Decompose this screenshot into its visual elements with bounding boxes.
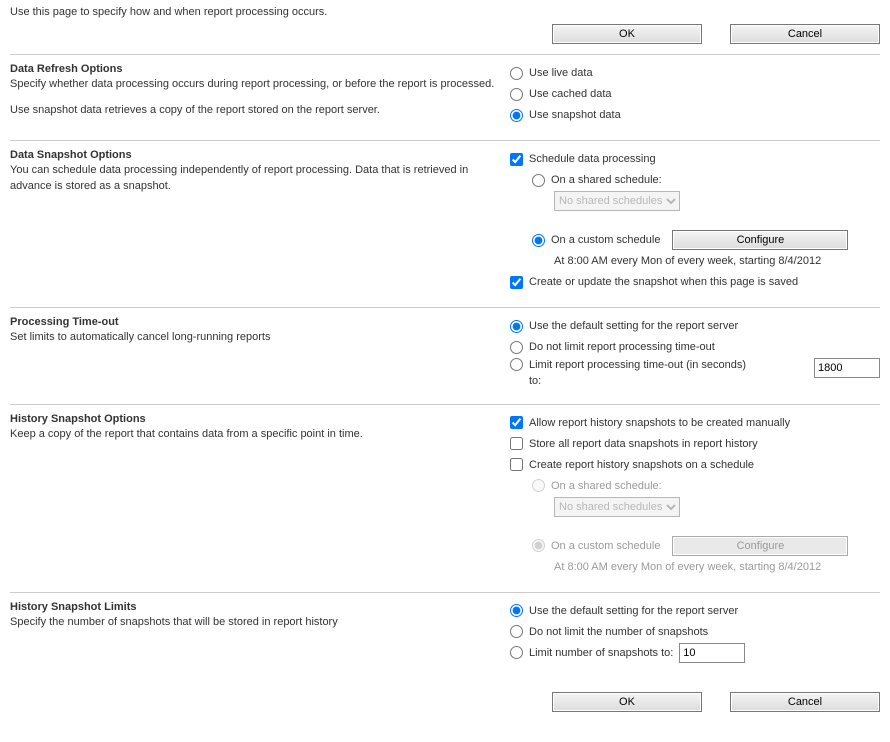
input-timeout-seconds[interactable] — [814, 358, 880, 378]
select-snapshot-shared-schedule[interactable]: No shared schedules — [554, 191, 680, 211]
configure-snapshot-schedule-button[interactable]: Configure — [672, 230, 848, 250]
processing-timeout-desc: Set limits to automatically cancel long-… — [10, 330, 500, 346]
label-use-snapshot-data: Use snapshot data — [529, 109, 621, 121]
page-intro: Use this page to specify how and when re… — [10, 6, 880, 18]
label-snapshot-custom-schedule: On a custom schedule — [551, 234, 660, 246]
label-store-all-history: Store all report data snapshots in repor… — [529, 438, 758, 450]
select-history-shared-schedule[interactable]: No shared schedules — [554, 497, 680, 517]
label-create-snapshot-on-save: Create or update the snapshot when this … — [529, 276, 798, 288]
label-history-shared-schedule: On a shared schedule: — [551, 480, 662, 492]
label-history-on-schedule: Create report history snapshots on a sch… — [529, 459, 754, 471]
configure-history-schedule-button[interactable]: Configure — [672, 536, 848, 556]
radio-timeout-no-limit[interactable] — [510, 341, 523, 354]
checkbox-create-snapshot-on-save[interactable] — [510, 276, 523, 289]
section-data-snapshot: Data Snapshot Options You can schedule d… — [10, 140, 880, 307]
top-button-row: OK Cancel — [10, 24, 880, 44]
label-history-limit-number: Limit number of snapshots to: — [529, 647, 673, 659]
history-limits-desc: Specify the number of snapshots that wil… — [10, 615, 500, 631]
data-refresh-note: Use snapshot data retrieves a copy of th… — [10, 103, 500, 119]
label-use-live-data: Use live data — [529, 67, 593, 79]
snapshot-schedule-text: At 8:00 AM every Mon of every week, star… — [554, 255, 821, 267]
radio-history-limit-number[interactable] — [510, 646, 523, 659]
radio-history-shared-schedule[interactable] — [532, 479, 545, 492]
label-timeout-default: Use the default setting for the report s… — [529, 320, 738, 332]
input-history-limit-number[interactable] — [679, 643, 745, 663]
checkbox-allow-history-manual[interactable] — [510, 416, 523, 429]
radio-use-live-data[interactable] — [510, 67, 523, 80]
section-processing-timeout: Processing Time-out Set limits to automa… — [10, 307, 880, 404]
label-history-limit-default: Use the default setting for the report s… — [529, 605, 738, 617]
data-refresh-desc: Specify whether data processing occurs d… — [10, 77, 500, 93]
radio-history-limit-default[interactable] — [510, 604, 523, 617]
ok-button-bottom[interactable]: OK — [552, 692, 702, 712]
radio-snapshot-shared-schedule[interactable] — [532, 174, 545, 187]
label-use-cached-data: Use cached data — [529, 88, 612, 100]
radio-timeout-limit[interactable] — [510, 358, 523, 371]
label-history-no-limit: Do not limit the number of snapshots — [529, 626, 708, 638]
radio-history-custom-schedule[interactable] — [532, 539, 545, 552]
radio-use-cached-data[interactable] — [510, 88, 523, 101]
label-allow-history-manual: Allow report history snapshots to be cre… — [529, 417, 790, 429]
history-snapshot-desc: Keep a copy of the report that contains … — [10, 427, 500, 443]
data-refresh-title: Data Refresh Options — [10, 63, 500, 75]
history-snapshot-title: History Snapshot Options — [10, 413, 500, 425]
radio-history-no-limit[interactable] — [510, 625, 523, 638]
cancel-button[interactable]: Cancel — [730, 24, 880, 44]
checkbox-schedule-data-processing[interactable] — [510, 153, 523, 166]
label-snapshot-shared-schedule: On a shared schedule: — [551, 174, 662, 186]
data-snapshot-desc: You can schedule data processing indepen… — [10, 163, 500, 195]
ok-button[interactable]: OK — [552, 24, 702, 44]
data-snapshot-title: Data Snapshot Options — [10, 149, 500, 161]
checkbox-store-all-history[interactable] — [510, 437, 523, 450]
bottom-button-row: OK Cancel — [10, 692, 880, 712]
label-history-custom-schedule: On a custom schedule — [551, 540, 660, 552]
radio-timeout-default[interactable] — [510, 320, 523, 333]
checkbox-history-on-schedule[interactable] — [510, 458, 523, 471]
history-schedule-text: At 8:00 AM every Mon of every week, star… — [554, 561, 821, 573]
label-timeout-no-limit: Do not limit report processing time-out — [529, 341, 715, 353]
radio-snapshot-custom-schedule[interactable] — [532, 234, 545, 247]
processing-timeout-title: Processing Time-out — [10, 316, 500, 328]
section-history-limits: History Snapshot Limits Specify the numb… — [10, 592, 880, 678]
cancel-button-bottom[interactable]: Cancel — [730, 692, 880, 712]
label-timeout-limit: Limit report processing time-out (in sec… — [529, 358, 759, 390]
history-limits-title: History Snapshot Limits — [10, 601, 500, 613]
section-history-snapshot: History Snapshot Options Keep a copy of … — [10, 404, 880, 592]
radio-use-snapshot-data[interactable] — [510, 109, 523, 122]
section-data-refresh: Data Refresh Options Specify whether dat… — [10, 54, 880, 140]
label-schedule-data-processing: Schedule data processing — [529, 153, 656, 165]
